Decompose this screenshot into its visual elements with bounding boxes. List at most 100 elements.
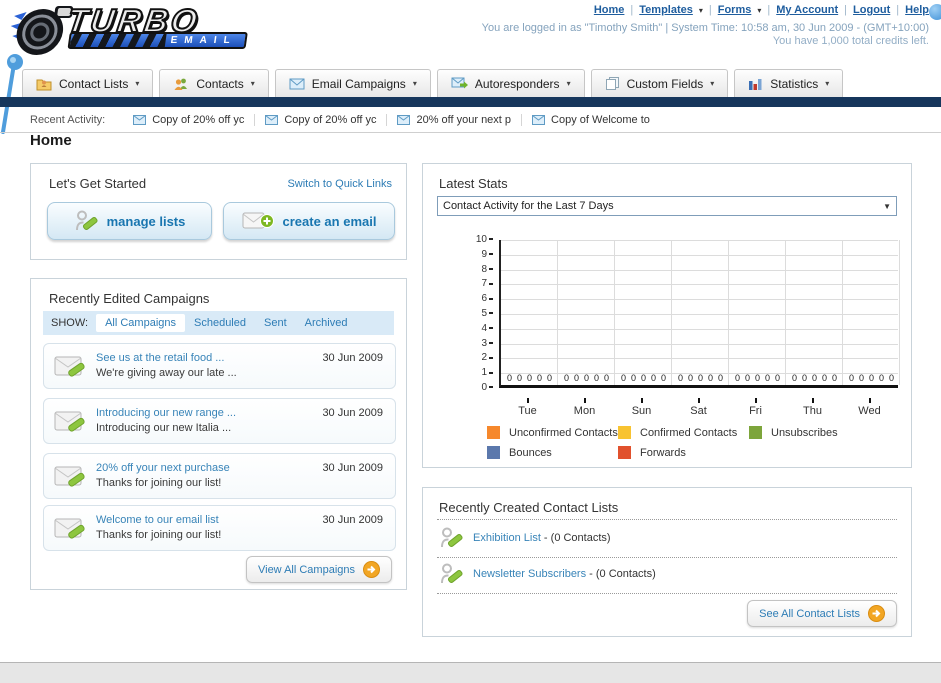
campaign-title-link[interactable]: Introducing our new range ... (96, 407, 236, 419)
recent-activity-item[interactable]: Copy of Welcome to (522, 114, 660, 126)
campaign-row[interactable]: Introducing our new range ... Introducin… (43, 398, 396, 444)
campaign-date: 30 Jun 2009 (322, 407, 383, 419)
gridline (614, 240, 615, 385)
legend-label: Forwards (640, 446, 686, 459)
filter-archived[interactable]: Archived (296, 314, 357, 332)
tab-label: Custom Fields (626, 76, 704, 91)
campaign-row[interactable]: Welcome to our email list Thanks for joi… (43, 505, 396, 551)
stats-period-select[interactable]: Contact Activity for the Last 7 Days ▼ (437, 196, 897, 216)
filter-all-campaigns[interactable]: All Campaigns (96, 314, 185, 332)
logo-email-bar: EMAIL (67, 32, 248, 49)
get-started-title: Let's Get Started (49, 176, 147, 191)
envelope-pen-icon (54, 411, 85, 432)
top-link-my-account[interactable]: My Account (776, 4, 838, 16)
see-all-contact-lists-label: See All Contact Lists (759, 607, 860, 620)
separator: | (630, 4, 634, 16)
envelope-arrow-icon (451, 77, 468, 89)
y-tick-label: 2 (467, 352, 493, 363)
y-tick-label: 5 (467, 308, 493, 319)
chevron-down-icon: ▾ (757, 5, 762, 15)
data-point-value: 0 (708, 373, 714, 383)
manage-lists-button[interactable]: manage lists (47, 202, 212, 240)
tab-custom-fields[interactable]: Custom Fields ▾ (590, 69, 729, 97)
data-point-value: 0 (765, 373, 771, 383)
contact-list-item[interactable]: Newsletter Subscribers - (0 Contacts) (439, 562, 656, 586)
latest-stats-panel: Latest Stats Contact Activity for the La… (422, 163, 912, 468)
tab-label: Autoresponders (474, 76, 560, 91)
campaign-title-link[interactable]: See us at the retail food ... (96, 352, 224, 364)
recent-activity-label: Recent Activity: (30, 113, 106, 126)
tab-autoresponders[interactable]: Autoresponders ▾ (436, 69, 585, 97)
top-link-home[interactable]: Home (594, 4, 625, 16)
create-email-button[interactable]: create an email (223, 202, 395, 240)
data-point-value: 0 (801, 373, 807, 383)
campaign-date: 30 Jun 2009 (322, 462, 383, 474)
contact-list-link[interactable]: Exhibition List (473, 532, 541, 544)
campaign-row[interactable]: 20% off your next purchase Thanks for jo… (43, 453, 396, 499)
y-tick-label: 7 (467, 278, 493, 289)
see-all-contact-lists-button[interactable]: See All Contact Lists (747, 600, 897, 627)
top-link-forms[interactable]: Forms (718, 4, 752, 16)
envelope-pen-icon (54, 518, 85, 539)
tab-contacts[interactable]: Contacts ▾ (159, 69, 269, 97)
top-link-templates[interactable]: Templates (639, 4, 693, 16)
data-point-value: 0 (868, 373, 874, 383)
data-point-value: 0 (651, 373, 657, 383)
x-tick-label: Mon (556, 398, 613, 417)
recent-activity-item[interactable]: Copy of 20% off yc (255, 113, 388, 126)
campaign-date: 30 Jun 2009 (322, 352, 383, 364)
gridline (501, 314, 898, 315)
filter-sent[interactable]: Sent (255, 314, 296, 332)
view-all-campaigns-button[interactable]: View All Campaigns (245, 556, 392, 583)
data-point-value: 0 (620, 373, 626, 383)
chevron-down-icon: ▾ (698, 5, 703, 15)
latest-stats-title: Latest Stats (439, 176, 508, 191)
contact-list-item[interactable]: Exhibition List - (0 Contacts) (439, 526, 611, 550)
recent-activity-item[interactable]: 20% off your next p (387, 113, 523, 126)
campaign-title-link[interactable]: Welcome to our email list (96, 514, 219, 526)
turbo-email-logo[interactable]: TURBO EMAIL (6, 1, 252, 58)
envelope-icon (133, 114, 147, 125)
data-point-value: 0 (516, 373, 522, 383)
envelope-icon (397, 114, 411, 125)
gridline (728, 240, 729, 385)
turbo-email-dashboard: TURBO EMAIL Home | Templates ▾ | Forms ▾ | My… (0, 0, 941, 683)
switch-quick-links-link[interactable]: Switch to Quick Links (287, 178, 392, 190)
show-label: SHOW: (51, 317, 89, 329)
contact-list-count: - (0 Contacts) (540, 532, 611, 544)
x-tick-label: Fri (727, 398, 784, 417)
tab-email-campaigns[interactable]: Email Campaigns ▾ (274, 69, 431, 97)
gridline (501, 269, 898, 271)
campaign-title-link[interactable]: 20% off your next purchase (96, 462, 230, 474)
logo-subtitle: EMAIL (169, 35, 238, 46)
data-point-value: 0 (822, 373, 828, 383)
y-tick-label: 6 (467, 293, 493, 304)
data-point-value: 0 (594, 373, 600, 383)
person-pencil-icon (441, 563, 463, 584)
top-link-logout[interactable]: Logout (853, 4, 890, 16)
recent-activity-item-label: Copy of 20% off yc (152, 113, 245, 126)
chart-plot-area: 00000000000000000000000000000000000 (499, 240, 900, 388)
logo-text: TURBO EMAIL (63, 1, 251, 49)
top-link-help[interactable]: Help (905, 4, 929, 16)
gridline (557, 240, 558, 385)
stats-period-value: Contact Activity for the Last 7 Days (443, 200, 614, 212)
gridline (501, 284, 898, 286)
contact-list-link[interactable]: Newsletter Subscribers (473, 568, 586, 580)
arrow-right-circle-icon (363, 561, 380, 578)
campaign-row[interactable]: See us at the retail food ... We're givi… (43, 343, 396, 389)
data-point-value: 0 (718, 373, 724, 383)
y-tick-label: 10 (467, 234, 493, 245)
person-pencil-icon (75, 210, 98, 231)
tab-statistics[interactable]: Statistics ▾ (734, 69, 844, 97)
gridline (501, 240, 898, 241)
tab-contact-lists[interactable]: Contact Lists ▾ (22, 69, 154, 97)
chevron-down-icon: ▼ (883, 201, 891, 211)
gridline (501, 343, 898, 345)
data-point-value: 0 (640, 373, 646, 383)
chevron-down-icon: ▾ (825, 79, 830, 88)
filter-scheduled[interactable]: Scheduled (185, 314, 255, 332)
folder-contacts-icon (36, 79, 52, 90)
legend-label: Confirmed Contacts (640, 426, 738, 439)
recent-activity-item[interactable]: Copy of 20% off yc (123, 113, 256, 126)
